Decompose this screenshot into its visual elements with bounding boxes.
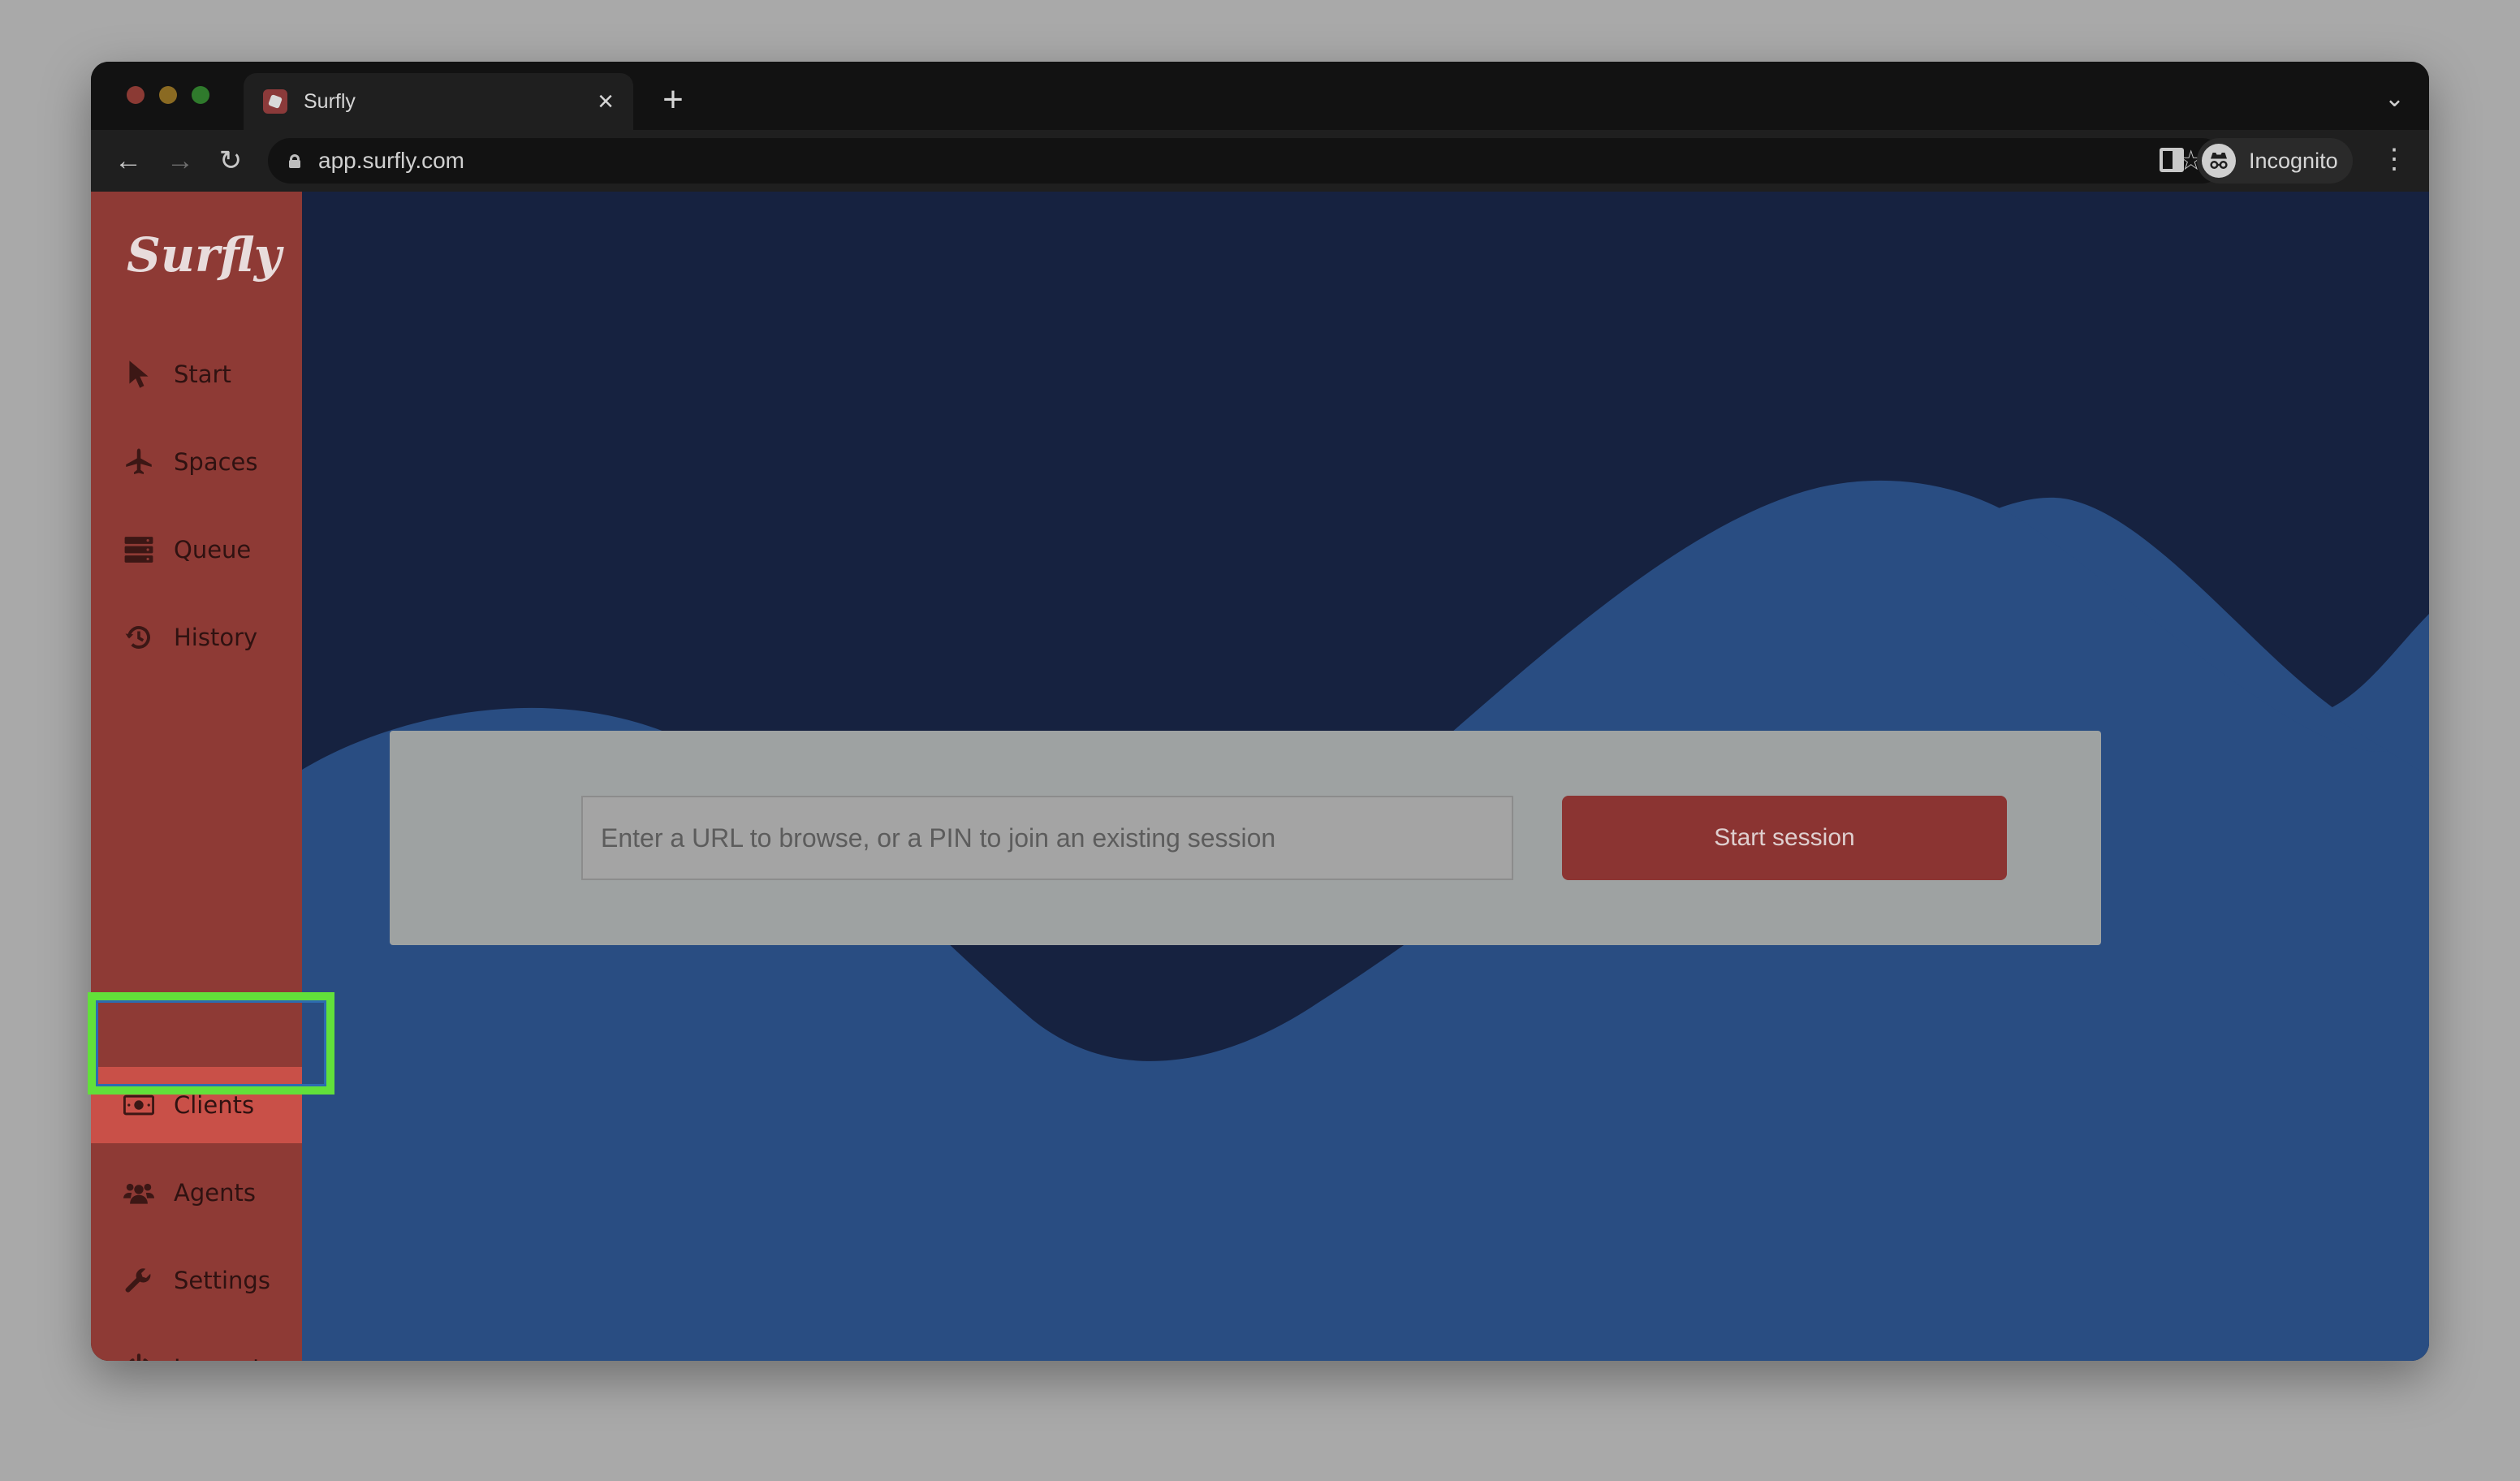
sidebar-item-log-out[interactable]: Log out — [91, 1330, 302, 1361]
incognito-profile-button[interactable]: Incognito — [2197, 138, 2353, 184]
new-tab-button[interactable]: + — [651, 78, 695, 122]
highlight-box — [88, 992, 334, 1095]
sidebar-item-label: History — [174, 624, 258, 651]
sidebar-item-label: Queue — [174, 536, 252, 563]
surfly-logo[interactable]: Surfly — [127, 227, 281, 292]
forward-button[interactable]: → — [161, 141, 200, 180]
plane-icon — [123, 447, 154, 477]
sidebar-item-history[interactable]: History — [91, 599, 302, 676]
history-icon — [123, 622, 154, 653]
users-icon — [123, 1177, 154, 1208]
tab-title: Surfly — [304, 89, 356, 113]
browser-window: Surfly × + ⌄ ← → ↻ app.surfly.com ☆ Inco… — [91, 62, 2429, 1361]
tab-strip: Surfly × + ⌄ — [91, 62, 2429, 130]
browser-toolbar: ← → ↻ app.surfly.com ☆ Incognito ⋮ — [91, 130, 2429, 192]
tab-search-chevron-icon[interactable]: ⌄ — [2384, 84, 2405, 113]
address-bar-url[interactable]: app.surfly.com — [318, 148, 2179, 174]
sidebar: Surfly Start Spaces Queue History Client… — [91, 192, 302, 1361]
start-session-button[interactable]: Start session — [1562, 796, 2007, 880]
reload-button[interactable]: ↻ — [211, 141, 250, 180]
session-card: Start session — [390, 731, 2101, 945]
lock-icon[interactable] — [289, 154, 300, 168]
surfly-favicon-icon — [263, 89, 287, 114]
surfly-page: Surfly Start Spaces Queue History Client… — [91, 192, 2429, 1361]
sidebar-item-start[interactable]: Start — [91, 336, 302, 412]
power-icon — [123, 1353, 154, 1361]
server-stack-icon — [123, 534, 154, 565]
sidebar-item-agents[interactable]: Agents — [91, 1155, 302, 1231]
sidebar-item-label: Clients — [174, 1091, 255, 1119]
sidebar-item-spaces[interactable]: Spaces — [91, 424, 302, 500]
sidebar-item-label: Settings — [174, 1267, 270, 1294]
incognito-icon — [2202, 144, 2236, 178]
url-or-pin-input[interactable] — [581, 796, 1513, 880]
minimize-window-button[interactable] — [159, 86, 177, 104]
maximize-window-button[interactable] — [192, 86, 209, 104]
sidebar-item-label: Agents — [174, 1179, 256, 1207]
tab-surfly[interactable]: Surfly × — [244, 73, 633, 130]
sidebar-item-label: Spaces — [174, 448, 258, 476]
incognito-label: Incognito — [2249, 148, 2338, 173]
sidebar-item-settings[interactable]: Settings — [91, 1242, 302, 1319]
pointer-icon — [123, 359, 154, 390]
tab-close-icon[interactable]: × — [598, 88, 614, 115]
sidebar-item-label: Log out — [174, 1354, 262, 1361]
back-button[interactable]: ← — [109, 141, 148, 180]
sidebar-item-label: Start — [174, 361, 231, 388]
sidebar-item-queue[interactable]: Queue — [91, 512, 302, 588]
side-panel-icon[interactable] — [2160, 148, 2184, 172]
wrench-icon — [123, 1265, 154, 1296]
browser-menu-icon[interactable]: ⋮ — [2380, 143, 2408, 175]
address-bar[interactable]: app.surfly.com ☆ — [268, 138, 2224, 184]
close-window-button[interactable] — [127, 86, 145, 104]
